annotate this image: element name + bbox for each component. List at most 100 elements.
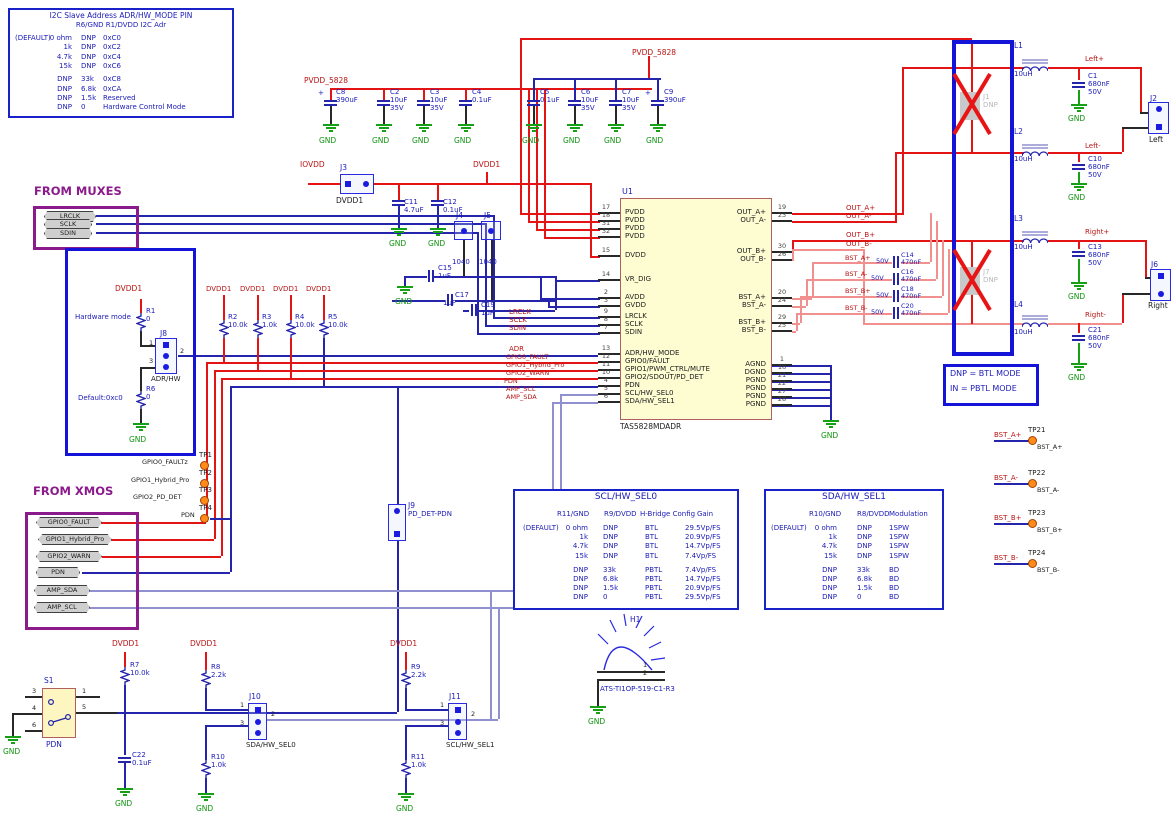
net-label: 390uF bbox=[664, 97, 686, 104]
net-label: 0.1uF bbox=[540, 97, 560, 104]
wire bbox=[574, 106, 576, 124]
net-label: C13 bbox=[1088, 244, 1102, 251]
wire bbox=[405, 778, 407, 793]
ground-symbol-icon bbox=[133, 423, 149, 432]
ground-bar bbox=[611, 127, 621, 129]
capacitor-icon bbox=[1070, 327, 1086, 343]
inductor-icon bbox=[1022, 57, 1048, 70]
table-cell: DNP bbox=[603, 553, 618, 560]
table-cell: 1.5k bbox=[603, 585, 618, 592]
wire bbox=[540, 276, 542, 298]
net-label: PVDD_5828 bbox=[632, 49, 676, 57]
net-label: TP3 bbox=[199, 487, 212, 494]
table-cell: 0 bbox=[603, 594, 607, 601]
net-label: 10uH bbox=[1014, 329, 1033, 336]
wire bbox=[994, 523, 1030, 525]
wire bbox=[124, 685, 126, 712]
table-cell: 0xC8 bbox=[103, 76, 121, 83]
ic-pin-stub bbox=[598, 279, 620, 281]
ic-pin-stub bbox=[598, 255, 620, 257]
gnd-label: GND bbox=[1068, 293, 1085, 301]
ground-bar bbox=[136, 426, 146, 428]
net-label: 0 bbox=[146, 316, 150, 323]
connector-pin-square bbox=[394, 531, 400, 537]
ic-pin-number: 23 bbox=[772, 212, 792, 219]
gnd-label: GND bbox=[115, 800, 132, 808]
wire bbox=[548, 306, 600, 308]
ic-pin-number: 29 bbox=[772, 314, 792, 321]
net-label: Right bbox=[1148, 302, 1168, 310]
table-cell: BTL bbox=[645, 534, 658, 541]
wire bbox=[942, 240, 944, 296]
net-label: 10uF bbox=[430, 97, 447, 104]
wire bbox=[210, 518, 230, 520]
ic-pin-number: 18 bbox=[596, 212, 616, 219]
test-point bbox=[1028, 436, 1037, 445]
net-label: 2 bbox=[471, 711, 475, 718]
ic-pin-number: 6 bbox=[596, 393, 616, 400]
net-label: R2 bbox=[228, 314, 237, 321]
table-cell: DNP bbox=[528, 585, 588, 592]
table-cell: 1.5k bbox=[857, 585, 872, 592]
net-label: C10 bbox=[1088, 156, 1102, 163]
net-label: 6 bbox=[32, 722, 36, 729]
wire bbox=[25, 730, 42, 732]
net-label: OUT_A+ bbox=[846, 205, 875, 212]
ic-pin-name: PGND bbox=[622, 377, 766, 384]
table-cell: 1k bbox=[777, 534, 837, 541]
wire bbox=[124, 652, 126, 667]
connector-pin-circle bbox=[255, 719, 261, 725]
wire bbox=[214, 483, 216, 539]
net-label: BST_A+ bbox=[994, 432, 1022, 439]
net-label: 10uF bbox=[622, 97, 639, 104]
ic-pin-number: 2 bbox=[596, 289, 616, 296]
ic-pin-number: 30 bbox=[772, 243, 792, 250]
wire bbox=[1122, 293, 1124, 323]
net-label: 1040 bbox=[479, 259, 497, 266]
net-label: BST_A- bbox=[994, 475, 1018, 482]
wire bbox=[221, 378, 223, 500]
net-label: DVDD1 bbox=[240, 286, 265, 293]
ic-pin-number: 28 bbox=[772, 396, 792, 403]
net-label: DVDD1 bbox=[112, 640, 139, 648]
ic-pin-name: PGND bbox=[622, 393, 766, 400]
net-label: 3 bbox=[32, 688, 36, 695]
wire bbox=[404, 276, 406, 286]
net-label: 50V bbox=[876, 292, 889, 299]
ground-bar bbox=[8, 739, 18, 741]
schematic-canvas: ++LRCLKSCLKSDINGPIO0_FAULTGPIO1_Hybrid_P… bbox=[0, 0, 1171, 820]
ic-pin-number: 13 bbox=[596, 345, 616, 352]
net-label: H1 bbox=[630, 616, 640, 624]
net-label: 3 bbox=[440, 720, 444, 727]
table-cell: 0xC0 bbox=[103, 35, 121, 42]
wire bbox=[1122, 293, 1150, 295]
net-label: 35V bbox=[622, 105, 636, 112]
table-cell: DNP bbox=[777, 585, 837, 592]
resistor-icon bbox=[120, 667, 130, 685]
wire bbox=[486, 172, 488, 183]
net-label: 1uF bbox=[481, 310, 494, 317]
wire bbox=[80, 590, 552, 592]
table-cell: DNP bbox=[12, 76, 72, 83]
wire bbox=[560, 394, 598, 396]
wire bbox=[12, 713, 14, 736]
net-label: DVDD1 bbox=[190, 640, 217, 648]
wire bbox=[96, 232, 477, 234]
resistor-icon bbox=[201, 760, 211, 778]
net-label: TP1 bbox=[199, 452, 212, 459]
table-cell: DNP bbox=[12, 86, 72, 93]
net-label: 1 bbox=[440, 702, 444, 709]
ground-bar bbox=[400, 289, 410, 291]
wire bbox=[520, 38, 972, 40]
table-cell: DNP bbox=[857, 553, 872, 560]
ground-symbol-icon bbox=[430, 228, 446, 237]
wire bbox=[1122, 127, 1148, 129]
ic-pin-name: OUT_A- bbox=[622, 217, 766, 224]
wire bbox=[1078, 259, 1080, 282]
gnd-label: GND bbox=[1068, 115, 1085, 123]
table-cell: BD bbox=[889, 585, 899, 592]
table-cell: DNP bbox=[603, 525, 618, 532]
wire bbox=[994, 483, 1030, 485]
ic-pin-name: DGND bbox=[622, 369, 766, 376]
ground-bar bbox=[614, 130, 618, 132]
